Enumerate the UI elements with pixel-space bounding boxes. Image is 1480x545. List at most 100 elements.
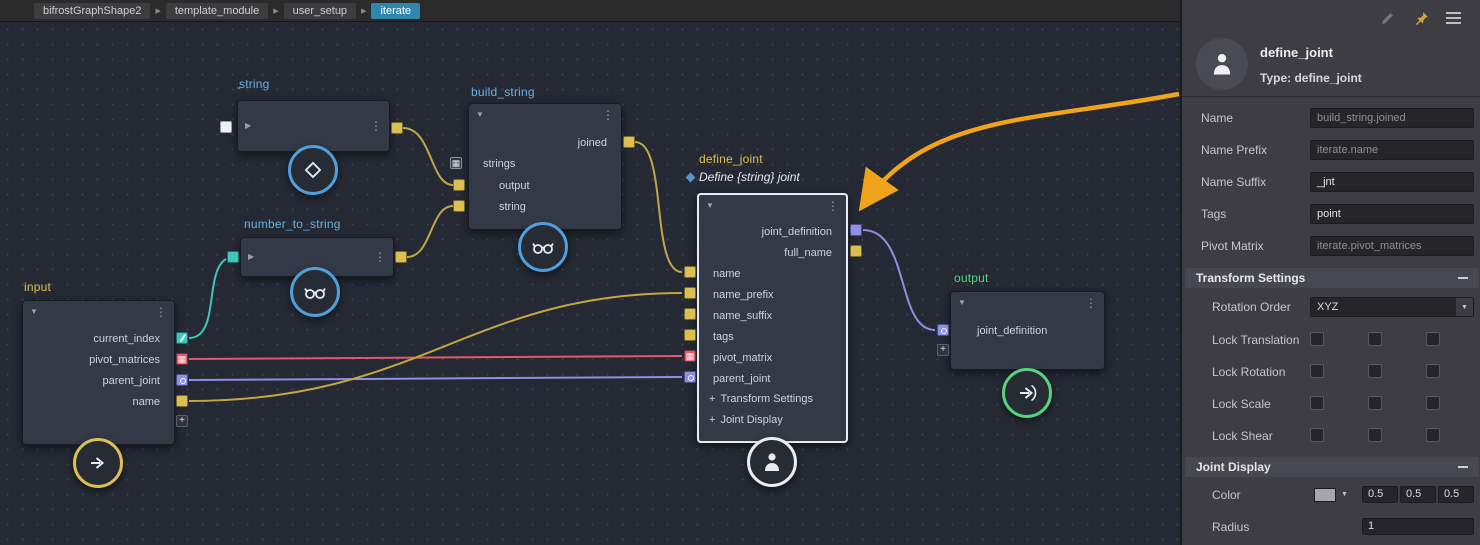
lock-scale-z-checkbox[interactable]: [1426, 396, 1440, 410]
collapse-icon[interactable]: [476, 111, 484, 119]
color-swatch[interactable]: [1314, 488, 1336, 502]
collapse-minus-icon[interactable]: [1458, 466, 1468, 468]
node-menu-icon[interactable]: [155, 306, 167, 318]
edit-pencil-icon[interactable]: [1378, 9, 1396, 27]
node-menu-icon[interactable]: [370, 120, 382, 132]
wire-string-to-build-string[interactable]: [402, 127, 454, 186]
port-input-parent-joint[interactable]: [176, 374, 188, 386]
node-input[interactable]: current_index pivot_matrices parent_join…: [22, 300, 175, 445]
node-menu-icon[interactable]: [1085, 297, 1097, 309]
rotation-order-select[interactable]: XYZ: [1310, 297, 1474, 317]
wire-parent-joint[interactable]: [188, 376, 683, 381]
port-strings-array[interactable]: [450, 157, 462, 169]
lock-rotation-y-checkbox[interactable]: [1368, 364, 1382, 378]
breadcrumb-item-user-setup[interactable]: user_setup: [283, 2, 357, 19]
node-output[interactable]: joint_definition: [950, 291, 1105, 370]
port-define-full-name-output[interactable]: [850, 245, 862, 257]
add-port-button[interactable]: [176, 415, 188, 427]
field-label-pivot-matrix: Pivot Matrix: [1201, 239, 1264, 253]
node-graph-canvas[interactable]: string " build_string number_to_string i…: [0, 22, 1180, 545]
port-define-name[interactable]: [684, 266, 696, 278]
group-row-transform-settings[interactable]: Transform Settings: [699, 389, 846, 409]
section-joint-display[interactable]: Joint Display: [1185, 457, 1479, 477]
field-name-prefix[interactable]: iterate.name: [1310, 140, 1474, 160]
port-input-name[interactable]: [176, 395, 188, 407]
port-label: parent_joint: [713, 373, 771, 385]
lock-scale-x-checkbox[interactable]: [1310, 396, 1324, 410]
port-strings-string[interactable]: [453, 200, 465, 212]
panel-title: define_joint: [1260, 45, 1333, 60]
port-define-parent-joint[interactable]: [684, 371, 696, 383]
add-port-button[interactable]: [937, 344, 949, 356]
group-row-joint-display[interactable]: Joint Display: [699, 410, 846, 430]
expand-icon[interactable]: [248, 253, 254, 261]
wire-joined-to-name[interactable]: [634, 141, 683, 273]
output-node-badge: [1002, 368, 1052, 418]
radius-field[interactable]: 1: [1362, 518, 1474, 535]
chevron-right-icon: ▶: [273, 7, 279, 15]
node-define-joint[interactable]: joint_definition full_name name name_pre…: [697, 193, 848, 443]
lock-shear-y-checkbox[interactable]: [1368, 428, 1382, 442]
wire-name-to-name-prefix[interactable]: [188, 292, 683, 402]
node-build-string[interactable]: joined strings output string: [468, 103, 622, 230]
port-number-to-string-output[interactable]: [395, 251, 407, 263]
section-transform-settings[interactable]: Transform Settings: [1185, 268, 1479, 288]
field-pivot-matrix[interactable]: iterate.pivot_matrices: [1310, 236, 1474, 256]
lock-rotation-z-checkbox[interactable]: [1426, 364, 1440, 378]
collapse-icon[interactable]: [958, 299, 966, 307]
port-output-joint-definition[interactable]: [937, 324, 949, 336]
glasses-icon: [304, 288, 326, 299]
lock-shear-z-checkbox[interactable]: [1426, 428, 1440, 442]
lock-rotation-x-checkbox[interactable]: [1310, 364, 1324, 378]
field-value: point: [1317, 208, 1341, 220]
node-menu-icon[interactable]: [602, 109, 614, 121]
port-input-current-index[interactable]: [176, 332, 188, 344]
port-define-tags[interactable]: [684, 329, 696, 341]
collapse-minus-icon[interactable]: [1458, 277, 1468, 279]
breadcrumb-item-template-module[interactable]: template_module: [165, 2, 269, 19]
port-define-name-suffix[interactable]: [684, 308, 696, 320]
panel-menu-icon[interactable]: [1444, 9, 1462, 27]
lock-shear-x-checkbox[interactable]: [1310, 428, 1324, 442]
collapse-icon[interactable]: [706, 202, 714, 210]
wire-pivot-matrices[interactable]: [188, 355, 683, 360]
port-define-pivot-matrix[interactable]: [684, 350, 696, 362]
breadcrumb-item-iterate[interactable]: iterate: [371, 2, 421, 19]
lock-scale-y-checkbox[interactable]: [1368, 396, 1382, 410]
section-title: Transform Settings: [1196, 271, 1306, 285]
graph-editor[interactable]: bifrostGraphShape2 ▶ template_module ▶ u…: [0, 0, 1180, 545]
rotation-order-label: Rotation Order: [1212, 300, 1291, 314]
port-define-name-prefix[interactable]: [684, 287, 696, 299]
node-menu-icon[interactable]: [374, 251, 386, 263]
lock-translation-x-checkbox[interactable]: [1310, 332, 1324, 346]
port-string-output[interactable]: [391, 122, 403, 134]
color-b-field[interactable]: 0.5: [1438, 486, 1474, 503]
field-tags[interactable]: point: [1310, 204, 1474, 224]
breadcrumb-item-root[interactable]: bifrostGraphShape2: [34, 2, 151, 19]
dropdown-arrow-icon: [1456, 298, 1473, 316]
expand-plus-icon: [709, 414, 715, 426]
wire-joint-definition-to-output[interactable]: [862, 229, 936, 331]
pin-icon[interactable]: [1412, 9, 1430, 27]
node-menu-icon[interactable]: [827, 200, 839, 212]
divider: [1182, 96, 1480, 97]
port-label: current_index: [93, 333, 160, 345]
port-input-pivot-matrices[interactable]: [176, 353, 188, 365]
color-g-field[interactable]: 0.5: [1400, 486, 1436, 503]
color-dropdown-arrow-icon[interactable]: [1341, 488, 1348, 502]
port-strings-output[interactable]: [453, 179, 465, 191]
port-define-joint-definition-output[interactable]: [850, 224, 862, 236]
field-name[interactable]: build_string.joined: [1310, 108, 1474, 128]
color-r-field[interactable]: 0.5: [1362, 486, 1398, 503]
port-joined-output[interactable]: [623, 136, 635, 148]
expand-icon[interactable]: [245, 122, 251, 130]
lock-translation-z-checkbox[interactable]: [1426, 332, 1440, 346]
port-number-to-string-input[interactable]: [227, 251, 239, 263]
wire-current-index[interactable]: [188, 258, 227, 339]
collapse-icon[interactable]: [30, 308, 38, 316]
lock-translation-y-checkbox[interactable]: [1368, 332, 1382, 346]
wire-number-to-string-to-build-string[interactable]: [406, 205, 454, 258]
value-socket[interactable]: [220, 121, 232, 133]
selected-value: XYZ: [1317, 301, 1339, 313]
field-name-suffix[interactable]: _jnt: [1310, 172, 1474, 192]
